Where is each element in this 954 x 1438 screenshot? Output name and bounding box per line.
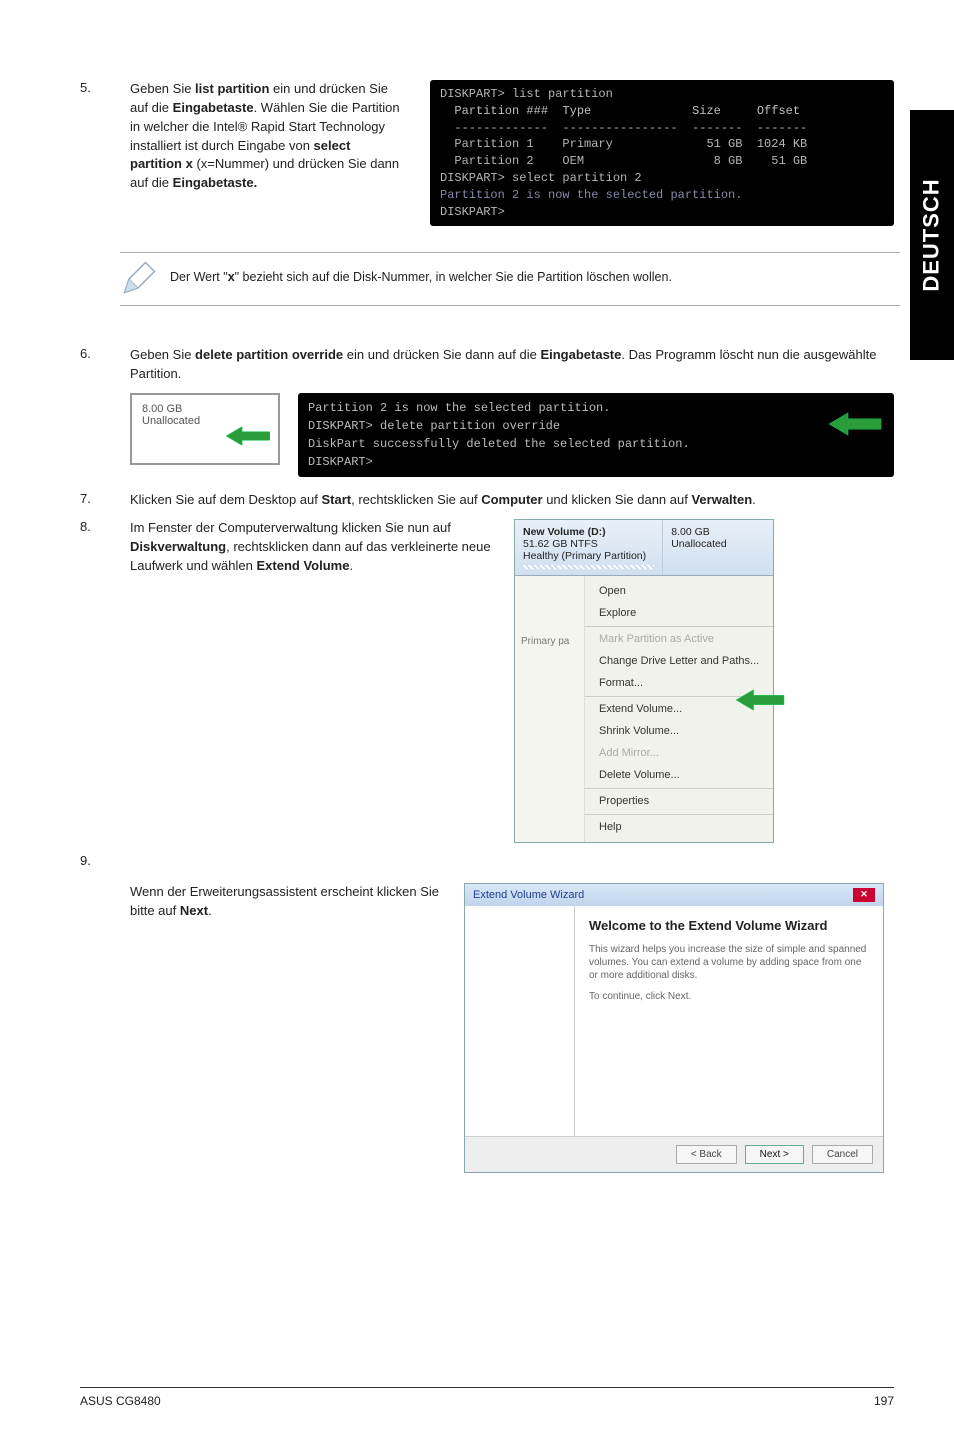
arrow-icon <box>735 688 785 712</box>
step-number: 8. <box>80 519 100 843</box>
language-tab: DEUTSCH <box>910 110 954 360</box>
step-number: 9. <box>80 853 100 1173</box>
back-button[interactable]: < Back <box>676 1145 737 1164</box>
partition-label: Primary pa <box>515 576 585 842</box>
menu-mark-active: Mark Partition as Active <box>585 626 773 650</box>
note-text-a: Der Wert " <box>170 270 228 284</box>
disk-management-context-menu: New Volume (D:) 51.62 GB NTFS Healthy (P… <box>514 519 774 843</box>
diskpart-terminal-2: Partition 2 is now the selected partitio… <box>298 393 894 477</box>
volume-header-left: New Volume (D:) 51.62 GB NTFS Healthy (P… <box>515 520 663 575</box>
wizard-text-2: To continue, click Next. <box>589 990 869 1003</box>
extend-volume-wizard: Extend Volume Wizard ✕ Welcome to the Ex… <box>464 883 884 1173</box>
step5-text: Geben Sie list partition ein und drücken… <box>130 80 400 193</box>
footer-page-number: 197 <box>874 1394 894 1408</box>
menu-properties[interactable]: Properties <box>585 788 773 812</box>
step-number: 5. <box>80 80 100 95</box>
menu-shrink-volume[interactable]: Shrink Volume... <box>585 720 773 742</box>
menu-open[interactable]: Open <box>585 580 773 602</box>
step9-text: Wenn der Erweiterungsassistent erscheint… <box>130 883 450 1173</box>
wizard-title: Extend Volume Wizard <box>473 889 584 901</box>
step-number: 6. <box>80 346 100 382</box>
pencil-icon <box>120 261 156 297</box>
note-callout: Der Wert "x" bezieht sich auf die Disk-N… <box>120 252 900 306</box>
wizard-text-1: This wizard helps you increase the size … <box>589 943 869 982</box>
step-number: 7. <box>80 491 100 509</box>
arrow-icon <box>226 425 270 447</box>
disk-unallocated-box: 8.00 GB Unallocated <box>130 393 280 465</box>
menu-help[interactable]: Help <box>585 814 773 838</box>
arrow-icon <box>828 411 882 437</box>
menu-change-letter[interactable]: Change Drive Letter and Paths... <box>585 650 773 672</box>
step6-text: Geben Sie delete partition override ein … <box>130 346 894 382</box>
menu-add-mirror: Add Mirror... <box>585 742 773 764</box>
step8-text: Im Fenster der Computerverwaltung klicke… <box>130 519 500 843</box>
menu-delete-volume[interactable]: Delete Volume... <box>585 764 773 786</box>
wizard-sidebar <box>465 906 575 1136</box>
menu-explore[interactable]: Explore <box>585 602 773 624</box>
cancel-button[interactable]: Cancel <box>812 1145 873 1164</box>
wizard-heading: Welcome to the Extend Volume Wizard <box>589 918 869 933</box>
step7-text: Klicken Sie auf dem Desktop auf Start, r… <box>130 491 894 509</box>
close-icon[interactable]: ✕ <box>853 888 875 902</box>
footer-product: ASUS CG8480 <box>80 1394 161 1408</box>
diskpart-terminal-1: DISKPART> list partition Partition ### T… <box>430 80 894 226</box>
volume-header-right: 8.00 GB Unallocated <box>663 520 773 575</box>
next-button[interactable]: Next > <box>745 1145 804 1164</box>
